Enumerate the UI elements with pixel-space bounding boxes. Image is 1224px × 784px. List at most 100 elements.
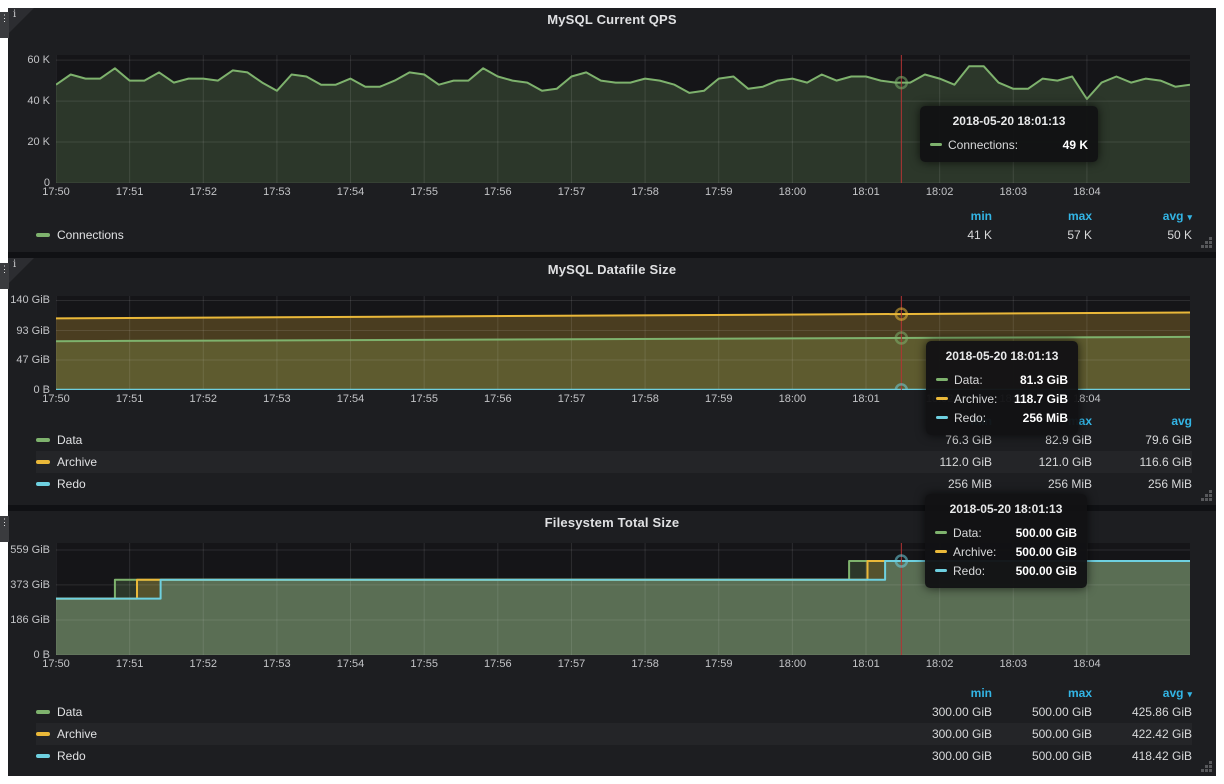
x-tick-label: 17:54	[327, 186, 375, 198]
legend-header-max[interactable]: max	[992, 686, 1092, 700]
tooltip-series-row: Archive:118.7 GiB	[936, 389, 1068, 408]
legend-series-toggle[interactable]: Data	[36, 433, 892, 447]
x-tick-label: 17:54	[327, 658, 375, 670]
legend-header-min[interactable]: min	[892, 686, 992, 700]
x-tick-label: 18:01	[842, 658, 890, 670]
x-tick-label: 17:53	[253, 393, 301, 405]
legend-header-min[interactable]: min	[892, 209, 992, 223]
panel-drag-handle-icon[interactable]: ⋮	[0, 12, 9, 38]
y-tick-label: 0 B	[8, 649, 50, 661]
legend-value: 500.00 GiB	[992, 705, 1092, 719]
legend-series-toggle[interactable]: Archive	[36, 727, 892, 741]
legend-value: 121.0 GiB	[992, 455, 1092, 469]
legend-value: 116.6 GiB	[1092, 455, 1192, 469]
legend-value: 425.86 GiB	[1092, 705, 1192, 719]
x-tick-label: 18:02	[916, 186, 964, 198]
legend-header-avg[interactable]: avg▾	[1092, 686, 1192, 700]
legend-header-row: minmaxavg▾	[36, 208, 1192, 224]
series-color-dash-icon	[36, 460, 50, 464]
legend-value: 79.6 GiB	[1092, 433, 1192, 447]
y-tick-label: 186 GiB	[8, 614, 50, 626]
x-tick-label: 18:00	[768, 186, 816, 198]
legend-series-toggle[interactable]: Data	[36, 705, 892, 719]
series-color-dash-icon	[936, 378, 948, 381]
legend-header-row: minmaxavg▾	[36, 685, 1192, 701]
legend-row: Connections41 K57 K50 K	[36, 224, 1192, 246]
legend-series-toggle[interactable]: Redo	[36, 477, 892, 491]
tooltip-series-row: Archive:500.00 GiB	[935, 542, 1077, 561]
panel-drag-handle-icon[interactable]: ⋮	[0, 263, 9, 289]
legend-value: 422.42 GiB	[1092, 727, 1192, 741]
legend-value: 82.9 GiB	[992, 433, 1092, 447]
x-tick-label: 18:03	[989, 658, 1037, 670]
legend-value: 418.42 GiB	[1092, 749, 1192, 763]
tooltip-series-value: 500.00 GiB	[1016, 545, 1077, 559]
legend-row: Redo256 MiB256 MiB256 MiB	[36, 473, 1192, 495]
x-tick-label: 17:57	[547, 658, 595, 670]
legend-series-toggle[interactable]: Archive	[36, 455, 892, 469]
tooltip-series-row: Data:81.3 GiB	[936, 370, 1068, 389]
filesystem-tooltip: 2018-05-20 18:01:13 Data:500.00 GiBArchi…	[925, 494, 1087, 588]
panel-resize-handle-icon[interactable]	[1209, 245, 1212, 248]
series-color-dash-icon	[36, 754, 50, 758]
y-tick-label: 140 GiB	[8, 294, 50, 306]
legend-value: 76.3 GiB	[892, 433, 992, 447]
series-color-dash-icon	[935, 550, 947, 553]
legend-value: 256 MiB	[992, 477, 1092, 491]
panel-title[interactable]: MySQL Datafile Size	[8, 262, 1216, 277]
x-tick-label: 17:59	[695, 186, 743, 198]
tooltip-series-value: 49 K	[1063, 138, 1088, 152]
tooltip-series-row: Data:500.00 GiB	[935, 523, 1077, 542]
x-tick-label: 17:57	[547, 186, 595, 198]
legend-value: 300.00 GiB	[892, 705, 992, 719]
filesystem-legend: minmaxavg▾Data300.00 GiB500.00 GiB425.86…	[36, 685, 1192, 767]
datafile-tooltip: 2018-05-20 18:01:13 Data:81.3 GiBArchive…	[926, 341, 1078, 435]
legend-series-toggle[interactable]: Connections	[36, 228, 892, 242]
panel-title[interactable]: MySQL Current QPS	[8, 12, 1216, 27]
series-color-dash-icon	[935, 569, 947, 572]
tooltip-series-value: 500.00 GiB	[1016, 526, 1077, 540]
x-tick-label: 17:51	[106, 658, 154, 670]
tooltip-series-name: Data:	[953, 526, 1016, 540]
legend-row: Archive112.0 GiB121.0 GiB116.6 GiB	[36, 451, 1192, 473]
panel-resize-handle-icon[interactable]	[1209, 498, 1212, 501]
legend-value: 41 K	[892, 228, 992, 242]
y-tick-label: 40 K	[8, 95, 50, 107]
x-tick-label: 17:58	[621, 393, 669, 405]
tooltip-timestamp: 2018-05-20 18:01:13	[935, 502, 1077, 516]
legend-series-toggle[interactable]: Redo	[36, 749, 892, 763]
legend-row: Data300.00 GiB500.00 GiB425.86 GiB	[36, 701, 1192, 723]
tooltip-series-row: Connections:49 K	[930, 135, 1088, 154]
y-tick-label: 0	[8, 177, 50, 189]
qps-tooltip: 2018-05-20 18:01:13 Connections:49 K	[920, 106, 1098, 162]
x-tick-label: 18:01	[842, 186, 890, 198]
legend-value: 112.0 GiB	[892, 455, 992, 469]
legend-value: 256 MiB	[892, 477, 992, 491]
tooltip-series-value: 81.3 GiB	[1020, 373, 1068, 387]
y-tick-label: 47 GiB	[8, 354, 50, 366]
legend-header-avg[interactable]: avg	[1092, 414, 1192, 428]
series-color-dash-icon	[936, 397, 948, 400]
x-tick-label: 17:54	[327, 393, 375, 405]
legend-value: 50 K	[1092, 228, 1192, 242]
x-tick-label: 17:58	[621, 658, 669, 670]
x-tick-label: 17:53	[253, 186, 301, 198]
x-tick-label: 17:58	[621, 186, 669, 198]
legend-header-avg[interactable]: avg▾	[1092, 209, 1192, 223]
x-tick-label: 18:04	[1063, 186, 1111, 198]
x-tick-label: 17:52	[179, 393, 227, 405]
panel-resize-handle-icon[interactable]	[1209, 769, 1212, 772]
y-tick-label: 60 K	[8, 54, 50, 66]
x-tick-label: 17:57	[547, 393, 595, 405]
tooltip-series-value: 256 MiB	[1023, 411, 1068, 425]
panel-drag-handle-icon[interactable]: ⋮	[0, 516, 9, 542]
x-tick-label: 17:59	[695, 658, 743, 670]
x-tick-label: 17:53	[253, 658, 301, 670]
x-tick-label: 17:59	[695, 393, 743, 405]
tooltip-series-value: 500.00 GiB	[1016, 564, 1077, 578]
series-color-dash-icon	[36, 482, 50, 486]
legend-value: 500.00 GiB	[992, 727, 1092, 741]
legend-header-max[interactable]: max	[992, 209, 1092, 223]
y-tick-label: 559 GiB	[8, 544, 50, 556]
x-tick-label: 17:52	[179, 658, 227, 670]
